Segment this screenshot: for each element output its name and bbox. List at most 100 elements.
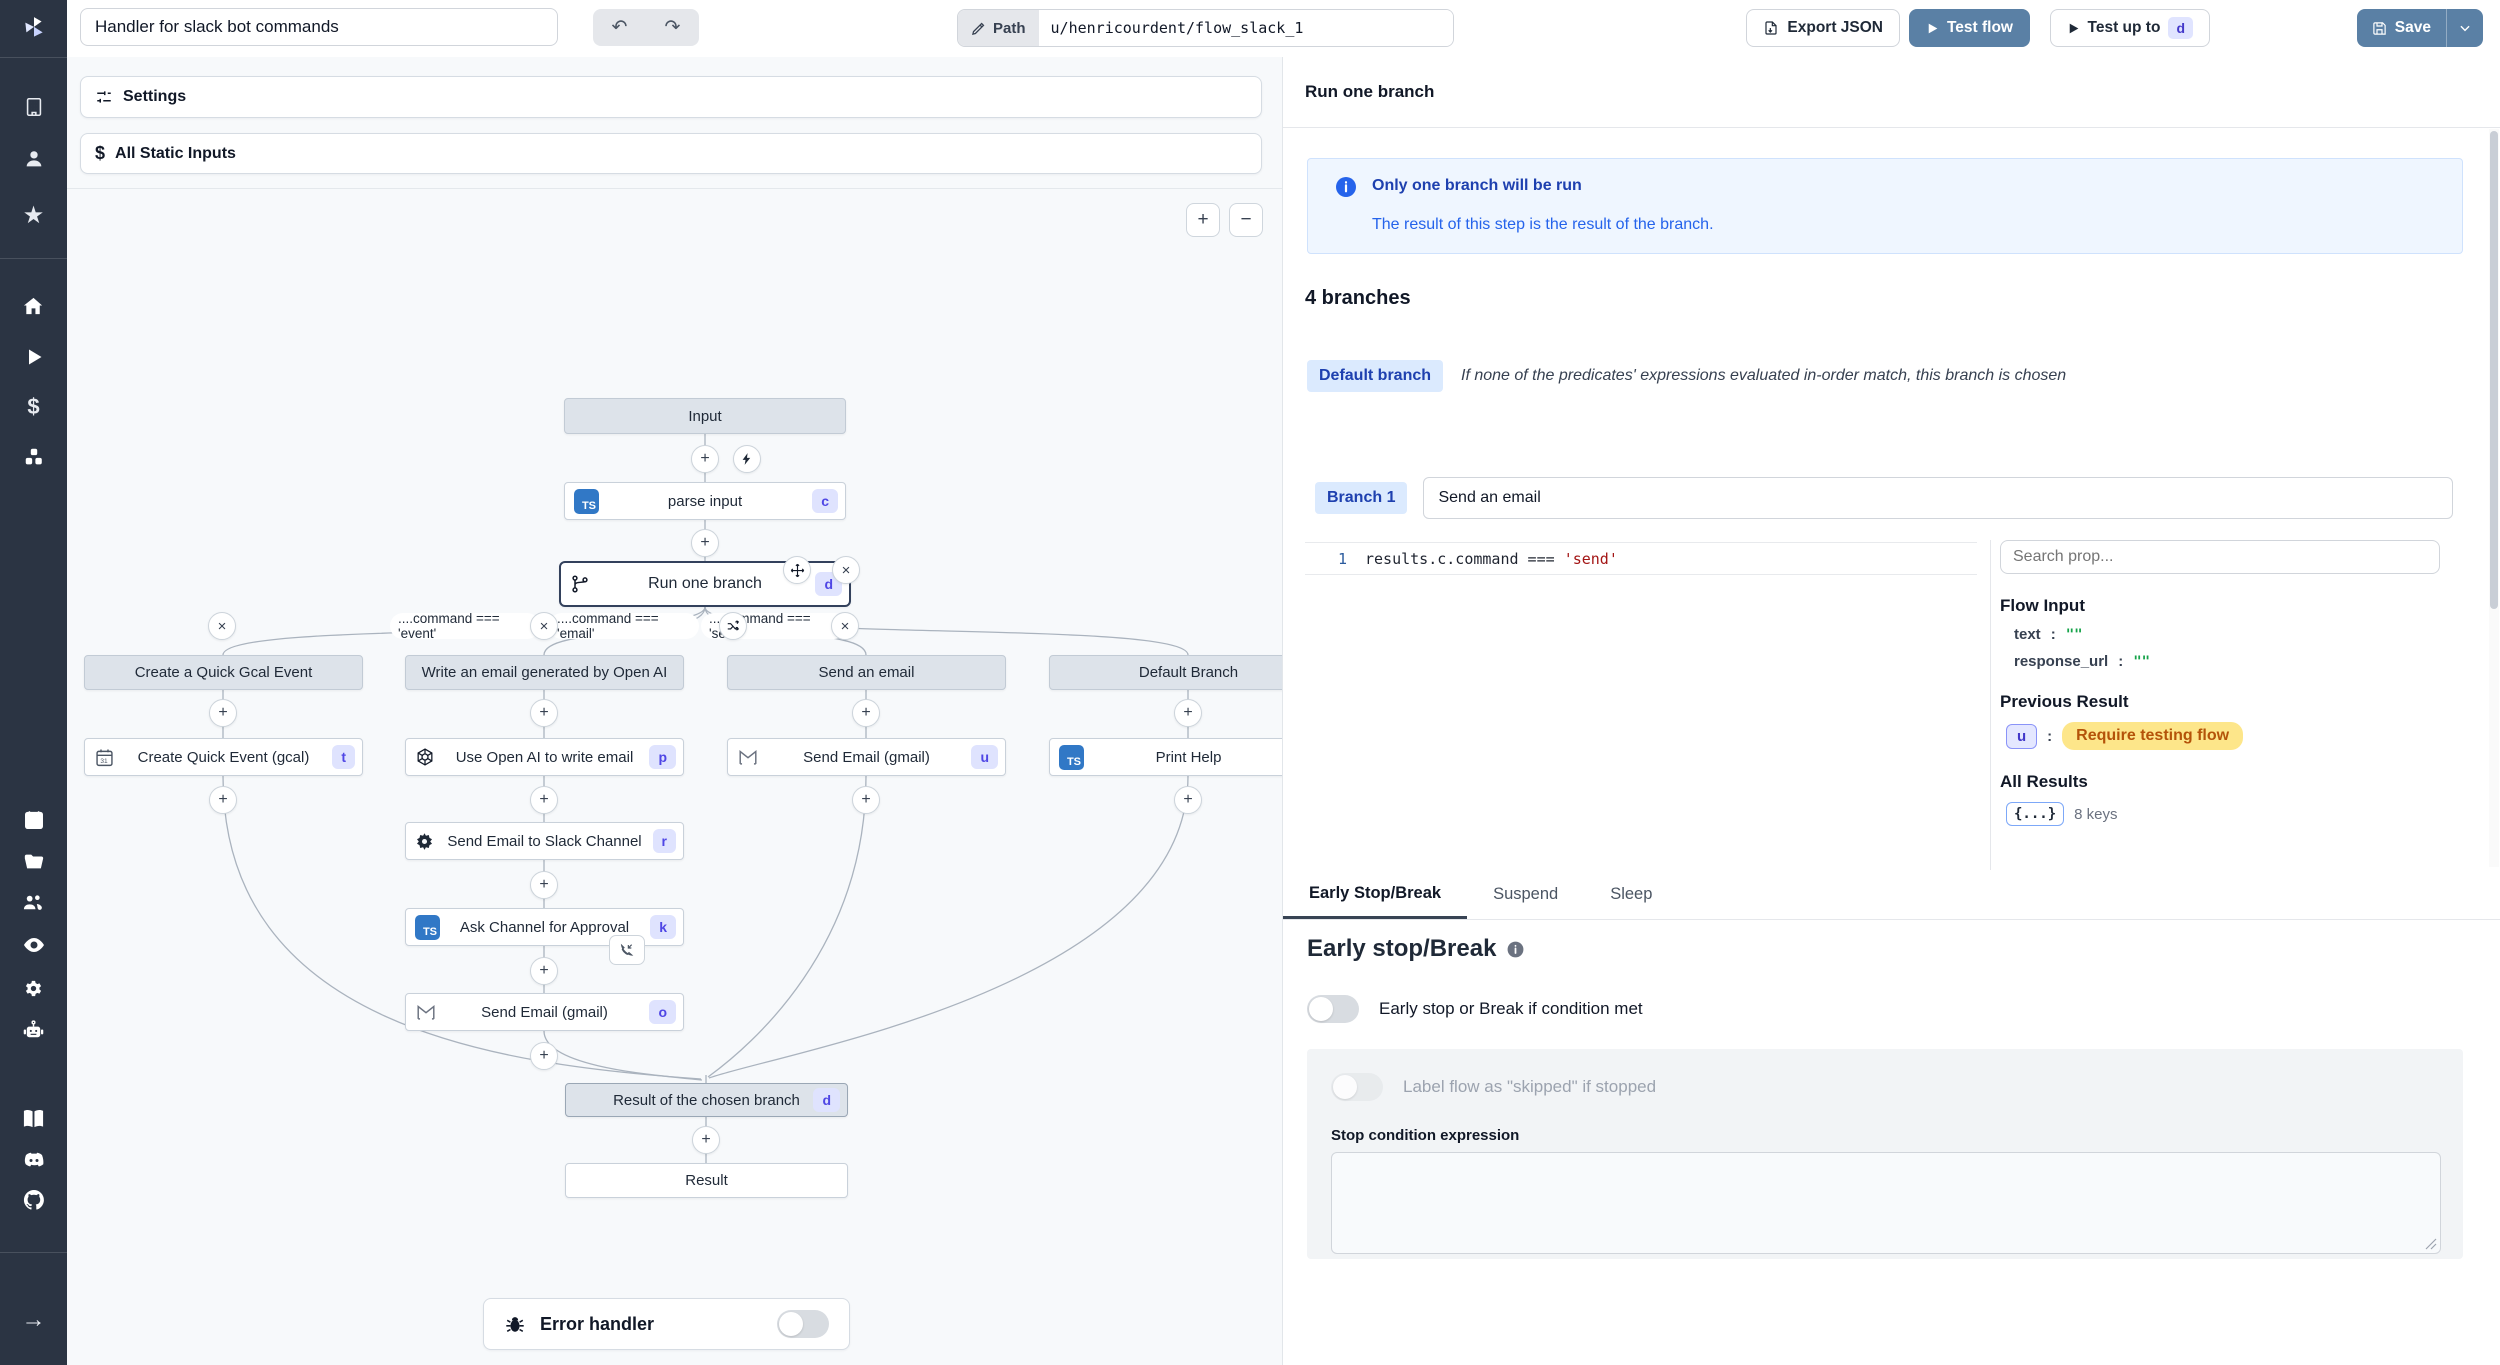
- delete-branch-icon[interactable]: ×: [208, 612, 236, 640]
- add-step-button[interactable]: +: [209, 786, 237, 814]
- add-step-button[interactable]: +: [530, 957, 558, 985]
- variables-dollar-icon[interactable]: $: [0, 387, 67, 427]
- tab-sleep[interactable]: Sleep: [1584, 870, 1678, 919]
- suspend-approval-icon[interactable]: [609, 935, 645, 965]
- home-icon[interactable]: [0, 286, 67, 326]
- settings-gear-icon[interactable]: [0, 968, 67, 1008]
- search-prop-input[interactable]: [2000, 540, 2440, 574]
- node-parse-input[interactable]: TS parse input c: [564, 482, 846, 520]
- branch4-header[interactable]: Default Branch: [1049, 655, 1283, 690]
- add-step-button[interactable]: +: [852, 786, 880, 814]
- prop-row-text[interactable]: text : "": [2014, 626, 2447, 643]
- tab-suspend[interactable]: Suspend: [1467, 870, 1584, 919]
- workspace-icon[interactable]: [0, 87, 67, 127]
- branch1-badge[interactable]: Branch 1: [1315, 482, 1407, 514]
- add-step-button[interactable]: +: [1174, 786, 1202, 814]
- early-stop-toggle[interactable]: [1307, 995, 1359, 1023]
- all-results-row[interactable]: {...} 8 keys: [2006, 802, 2447, 826]
- add-step-button[interactable]: +: [691, 529, 719, 557]
- test-up-to-button[interactable]: Test up to d: [2050, 9, 2210, 47]
- add-branch-icon[interactable]: [719, 612, 747, 640]
- add-step-button[interactable]: +: [1174, 699, 1202, 727]
- pencil-icon: [971, 21, 986, 36]
- move-step-icon[interactable]: [783, 556, 811, 584]
- default-branch-badge[interactable]: Default branch: [1307, 360, 1443, 392]
- groups-users-icon[interactable]: [0, 882, 67, 922]
- delete-branch-icon[interactable]: ×: [530, 612, 558, 640]
- stop-condition-label: Stop condition expression: [1331, 1127, 2439, 1144]
- node-create-quick-event[interactable]: 31 Create Quick Event (gcal) t: [84, 738, 363, 776]
- trigger-bolt-icon[interactable]: [733, 445, 761, 473]
- branch-predicate-email[interactable]: ....command === 'email': [549, 613, 699, 639]
- node-send-email-gmail-o[interactable]: Send Email (gmail) o: [405, 993, 684, 1031]
- skipped-toggle[interactable]: [1331, 1073, 1383, 1101]
- path-button[interactable]: Path: [958, 10, 1039, 46]
- branch-predicate-event[interactable]: ....command === 'event': [390, 613, 540, 639]
- ai-robot-icon[interactable]: [0, 1010, 67, 1050]
- delete-step-icon[interactable]: ×: [832, 556, 860, 584]
- stop-condition-textarea[interactable]: [1331, 1152, 2441, 1254]
- prop-row-response-url[interactable]: response_url : "": [2014, 653, 2447, 670]
- delete-branch-icon[interactable]: ×: [831, 612, 859, 640]
- node-send-email-gmail-u[interactable]: Send Email (gmail) u: [727, 738, 1006, 776]
- add-step-button[interactable]: +: [209, 699, 237, 727]
- typescript-icon: TS: [415, 915, 440, 940]
- node-print-help[interactable]: TS Print Help: [1049, 738, 1283, 776]
- collapse-arrow-icon[interactable]: →: [0, 1300, 67, 1340]
- favorites-star-icon[interactable]: ★: [0, 196, 67, 236]
- all-results-heading: All Results: [2000, 772, 2447, 792]
- folders-icon[interactable]: [0, 842, 67, 882]
- test-flow-button[interactable]: Test flow: [1909, 9, 2030, 47]
- node-result-chosen-branch[interactable]: Result of the chosen branch d: [565, 1083, 848, 1117]
- add-step-button[interactable]: +: [530, 871, 558, 899]
- path-input[interactable]: [1039, 10, 1453, 46]
- add-step-button[interactable]: +: [530, 1042, 558, 1070]
- info-icon: [1506, 940, 1525, 959]
- schedules-calendar-icon[interactable]: [0, 800, 67, 840]
- docs-book-icon[interactable]: [0, 1098, 67, 1138]
- step-id-badge: t: [332, 745, 355, 769]
- discord-icon[interactable]: [0, 1140, 67, 1180]
- github-icon[interactable]: [0, 1180, 67, 1220]
- node-use-openai[interactable]: Use Open AI to write email p: [405, 738, 684, 776]
- tab-early-stop-break[interactable]: Early Stop/Break: [1283, 870, 1467, 919]
- add-step-button[interactable]: +: [691, 445, 719, 473]
- node-input[interactable]: Input: [564, 398, 846, 434]
- step-detail-panel: Run one branch Only one branch will be r…: [1283, 57, 2500, 1365]
- branch3-header[interactable]: Send an email: [727, 655, 1006, 690]
- panel-scrollbar[interactable]: [2489, 129, 2499, 867]
- object-badge: {...}: [2006, 802, 2064, 826]
- audit-eye-icon[interactable]: [0, 925, 67, 965]
- export-json-button[interactable]: Export JSON: [1746, 9, 1900, 47]
- error-handler-toggle[interactable]: [777, 1310, 829, 1338]
- node-label: parse input: [668, 493, 742, 510]
- user-icon[interactable]: [0, 139, 67, 179]
- branch1-summary-input[interactable]: [1423, 477, 2453, 519]
- previous-result-row[interactable]: u : Require testing flow: [2006, 722, 2447, 750]
- chevron-down-icon: [2458, 21, 2472, 35]
- branch1-header[interactable]: Create a Quick Gcal Event: [84, 655, 363, 690]
- save-button[interactable]: Save: [2357, 9, 2447, 47]
- scrollbar-thumb[interactable]: [2490, 131, 2498, 609]
- node-label: Default Branch: [1139, 664, 1238, 681]
- add-step-button[interactable]: +: [692, 1126, 720, 1154]
- panel-vertical-divider: [1990, 540, 1991, 870]
- redo-icon[interactable]: ↷: [665, 18, 681, 37]
- flow-title-input[interactable]: [80, 8, 558, 46]
- add-step-button[interactable]: +: [530, 699, 558, 727]
- step-id-badge: p: [649, 745, 676, 769]
- undo-icon[interactable]: ↶: [612, 18, 628, 37]
- node-send-email-slack[interactable]: Send Email to Slack Channel r: [405, 822, 684, 860]
- predicate-code-editor[interactable]: 1 results.c.command === 'send': [1305, 540, 1977, 867]
- branch2-header[interactable]: Write an email generated by Open AI: [405, 655, 684, 690]
- error-handler-row[interactable]: Error handler: [483, 1298, 850, 1350]
- add-step-button[interactable]: +: [530, 786, 558, 814]
- node-result[interactable]: Result: [565, 1163, 848, 1198]
- runs-play-icon[interactable]: [0, 337, 67, 377]
- resize-handle-icon[interactable]: [2425, 1238, 2437, 1250]
- add-step-button[interactable]: +: [852, 699, 880, 727]
- windmill-logo-icon[interactable]: [0, 8, 67, 48]
- save-dropdown-button[interactable]: [2447, 9, 2483, 47]
- resources-cubes-icon[interactable]: [0, 437, 67, 477]
- skipped-toggle-row: Label flow as "skipped" if stopped: [1331, 1073, 2439, 1101]
